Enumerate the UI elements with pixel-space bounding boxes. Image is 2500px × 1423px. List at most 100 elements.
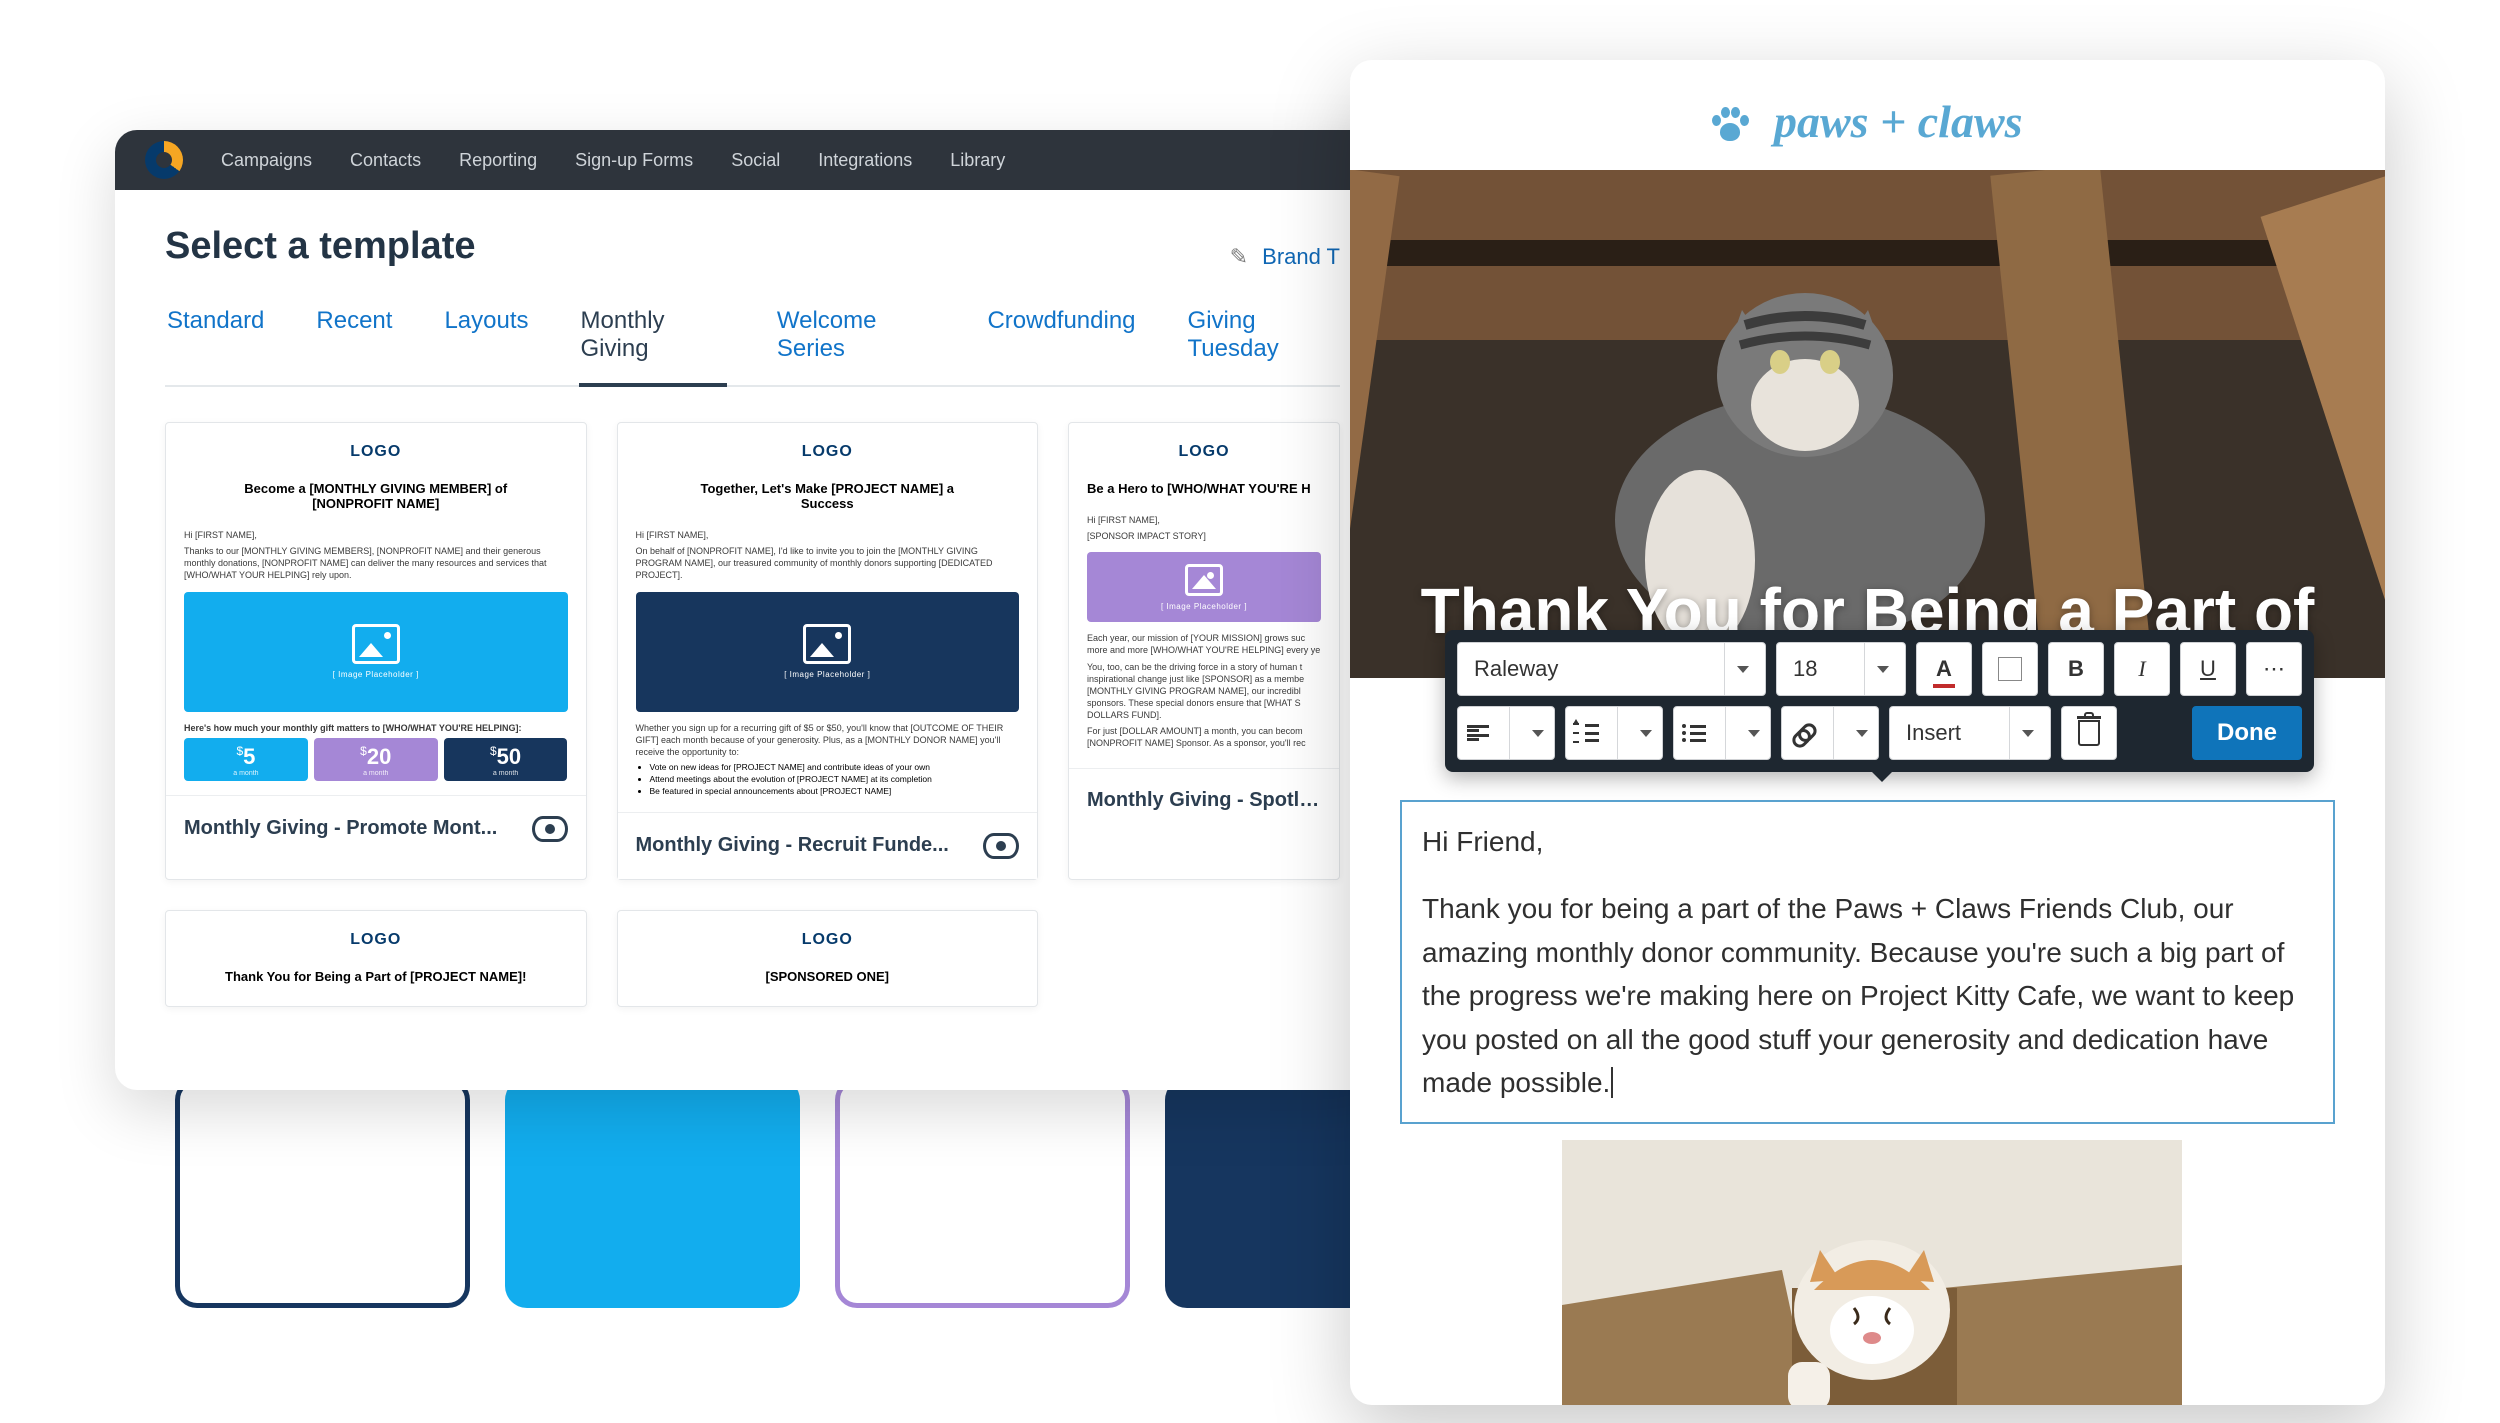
template-logo: LOGO [636, 437, 1020, 471]
chevron-down-icon [1864, 643, 1889, 695]
nav-signup-forms[interactable]: Sign-up Forms [575, 150, 693, 171]
template-greeting: Hi [FIRST NAME], [184, 529, 568, 541]
text-color-button[interactable]: A [1916, 642, 1972, 696]
tab-giving-tuesday[interactable]: Giving Tuesday [1186, 293, 1340, 387]
insert-button[interactable]: Insert [1889, 706, 2051, 760]
template-impact: [SPONSOR IMPACT STORY] [1087, 530, 1321, 542]
brand-name: paws + claws [1774, 96, 2023, 147]
template-picker-window: Campaigns Contacts Reporting Sign-up For… [115, 130, 1390, 1090]
bullet: Vote on new ideas for [PROJECT NAME] and… [650, 762, 1020, 772]
template-intro: Thanks to our [MONTHLY GIVING MEMBERS], … [184, 545, 568, 581]
template-bullets: Vote on new ideas for [PROJECT NAME] and… [650, 762, 1020, 796]
bullet-list-icon [1682, 724, 1706, 742]
line-height-button[interactable] [1565, 706, 1663, 760]
image-placeholder-label: [ Image Placeholder ] [333, 670, 419, 679]
preview-icon[interactable] [532, 816, 568, 842]
bullet: Attend meetings about the evolution of [… [650, 774, 1020, 784]
hero-image[interactable]: Thank You for Being a Part of [1350, 170, 2385, 678]
tab-standard[interactable]: Standard [165, 293, 266, 387]
image-placeholder: [ Image Placeholder ] [636, 592, 1020, 712]
template-card[interactable]: LOGO Thank You for Being a Part of [PROJ… [165, 910, 587, 1007]
chevron-down-icon [1724, 643, 1749, 695]
done-button[interactable]: Done [2192, 706, 2302, 760]
email-editor-window: paws + claws [1350, 60, 2385, 1405]
template-card[interactable]: LOGO Be a Hero to [WHO/WHAT YOU'RE H Hi … [1068, 422, 1340, 880]
link-button[interactable] [1781, 706, 1879, 760]
nav-integrations[interactable]: Integrations [818, 150, 912, 171]
template-card[interactable]: LOGO [SPONSORED ONE] [617, 910, 1039, 1007]
app-top-nav: Campaigns Contacts Reporting Sign-up For… [115, 130, 1390, 190]
template-logo: LOGO [184, 437, 568, 471]
image-placeholder-label: [ Image Placeholder ] [1161, 602, 1247, 611]
bullet: Be featured in special announcements abo… [650, 786, 1020, 796]
template-headline: Together, Let's Make [PROJECT NAME] a Su… [674, 481, 981, 511]
template-logo: LOGO [1087, 437, 1321, 471]
brand-templates-link[interactable]: ✎ Brand T [1230, 244, 1340, 270]
chevron-down-icon [1617, 707, 1662, 759]
bold-button[interactable]: B [2048, 642, 2104, 696]
template-logo: LOGO [636, 925, 1020, 959]
link-icon [1785, 716, 1819, 750]
tab-monthly-giving[interactable]: Monthly Giving [579, 293, 727, 387]
template-headline: Thank You for Being a Part of [PROJECT N… [222, 969, 529, 984]
list-button[interactable] [1673, 706, 1771, 760]
email-body-editor[interactable]: Hi Friend, Thank you for being a part of… [1400, 800, 2335, 1124]
nav-library[interactable]: Library [950, 150, 1005, 171]
italic-button[interactable]: I [2114, 642, 2170, 696]
preview-icon[interactable] [983, 833, 1019, 859]
template-greeting: Hi [FIRST NAME], [1087, 514, 1321, 526]
template-logo: LOGO [184, 925, 568, 959]
template-sub: Here's how much your monthly gift matter… [184, 722, 568, 734]
app-logo-icon[interactable] [145, 141, 183, 179]
nav-reporting[interactable]: Reporting [459, 150, 537, 171]
chevron-down-icon [2009, 707, 2034, 759]
template-body: Whether you sign up for a recurring gift… [636, 722, 1020, 758]
nav-contacts[interactable]: Contacts [350, 150, 421, 171]
content-image[interactable] [1562, 1140, 2182, 1405]
body-text: Thank you for being a part of the Paws +… [1422, 887, 2313, 1104]
font-family-select[interactable]: Raleway [1457, 642, 1766, 696]
image-icon [352, 624, 400, 664]
image-placeholder: [ Image Placeholder ] [1087, 552, 1321, 622]
nav-campaigns[interactable]: Campaigns [221, 150, 312, 171]
template-card[interactable]: LOGO Become a [MONTHLY GIVING MEMBER] of… [165, 422, 587, 880]
price-option: $20a month [314, 738, 438, 781]
template-headline: Be a Hero to [WHO/WHAT YOU'RE H [1087, 481, 1321, 496]
template-body: Each year, our mission of [YOUR MISSION]… [1087, 632, 1321, 656]
chevron-down-icon [1833, 707, 1878, 759]
template-body: You, too, can be the driving force in a … [1087, 661, 1321, 722]
decorative-swatches [175, 1078, 1460, 1308]
swatch [835, 1078, 1130, 1308]
toolbar-arrow [1870, 770, 1894, 782]
trash-icon [2078, 720, 2100, 746]
price-option: $5a month [184, 738, 308, 781]
font-name: Raleway [1474, 656, 1558, 682]
template-card[interactable]: LOGO Together, Let's Make [PROJECT NAME]… [617, 422, 1039, 880]
swatch [505, 1078, 800, 1308]
chevron-down-icon [1725, 707, 1770, 759]
tab-layouts[interactable]: Layouts [442, 293, 530, 387]
text-toolbar: Raleway 18 A B I U ⋯ [1445, 630, 2314, 772]
image-placeholder: [ Image Placeholder ] [184, 592, 568, 712]
tab-crowdfunding[interactable]: Crowdfunding [985, 293, 1137, 387]
image-placeholder-label: [ Image Placeholder ] [784, 670, 870, 679]
insert-label: Insert [1906, 720, 1961, 746]
image-icon [803, 624, 851, 664]
greeting-text: Hi Friend, [1422, 820, 2313, 863]
more-formatting-button[interactable]: ⋯ [2246, 642, 2302, 696]
email-brand-row: paws + claws [1350, 60, 2385, 170]
template-greeting: Hi [FIRST NAME], [636, 529, 1020, 541]
tab-recent[interactable]: Recent [314, 293, 394, 387]
brush-icon: ✎ [1230, 244, 1248, 269]
tab-welcome-series[interactable]: Welcome Series [775, 293, 938, 387]
page-title: Select a template [165, 225, 475, 268]
align-button[interactable] [1457, 706, 1555, 760]
delete-button[interactable] [2061, 706, 2117, 760]
nav-social[interactable]: Social [731, 150, 780, 171]
image-icon [1185, 564, 1223, 596]
align-left-icon [1467, 725, 1489, 741]
template-intro: On behalf of [NONPROFIT NAME], I'd like … [636, 545, 1020, 581]
underline-button[interactable]: U [2180, 642, 2236, 696]
bg-color-button[interactable] [1982, 642, 2038, 696]
font-size-select[interactable]: 18 [1776, 642, 1906, 696]
